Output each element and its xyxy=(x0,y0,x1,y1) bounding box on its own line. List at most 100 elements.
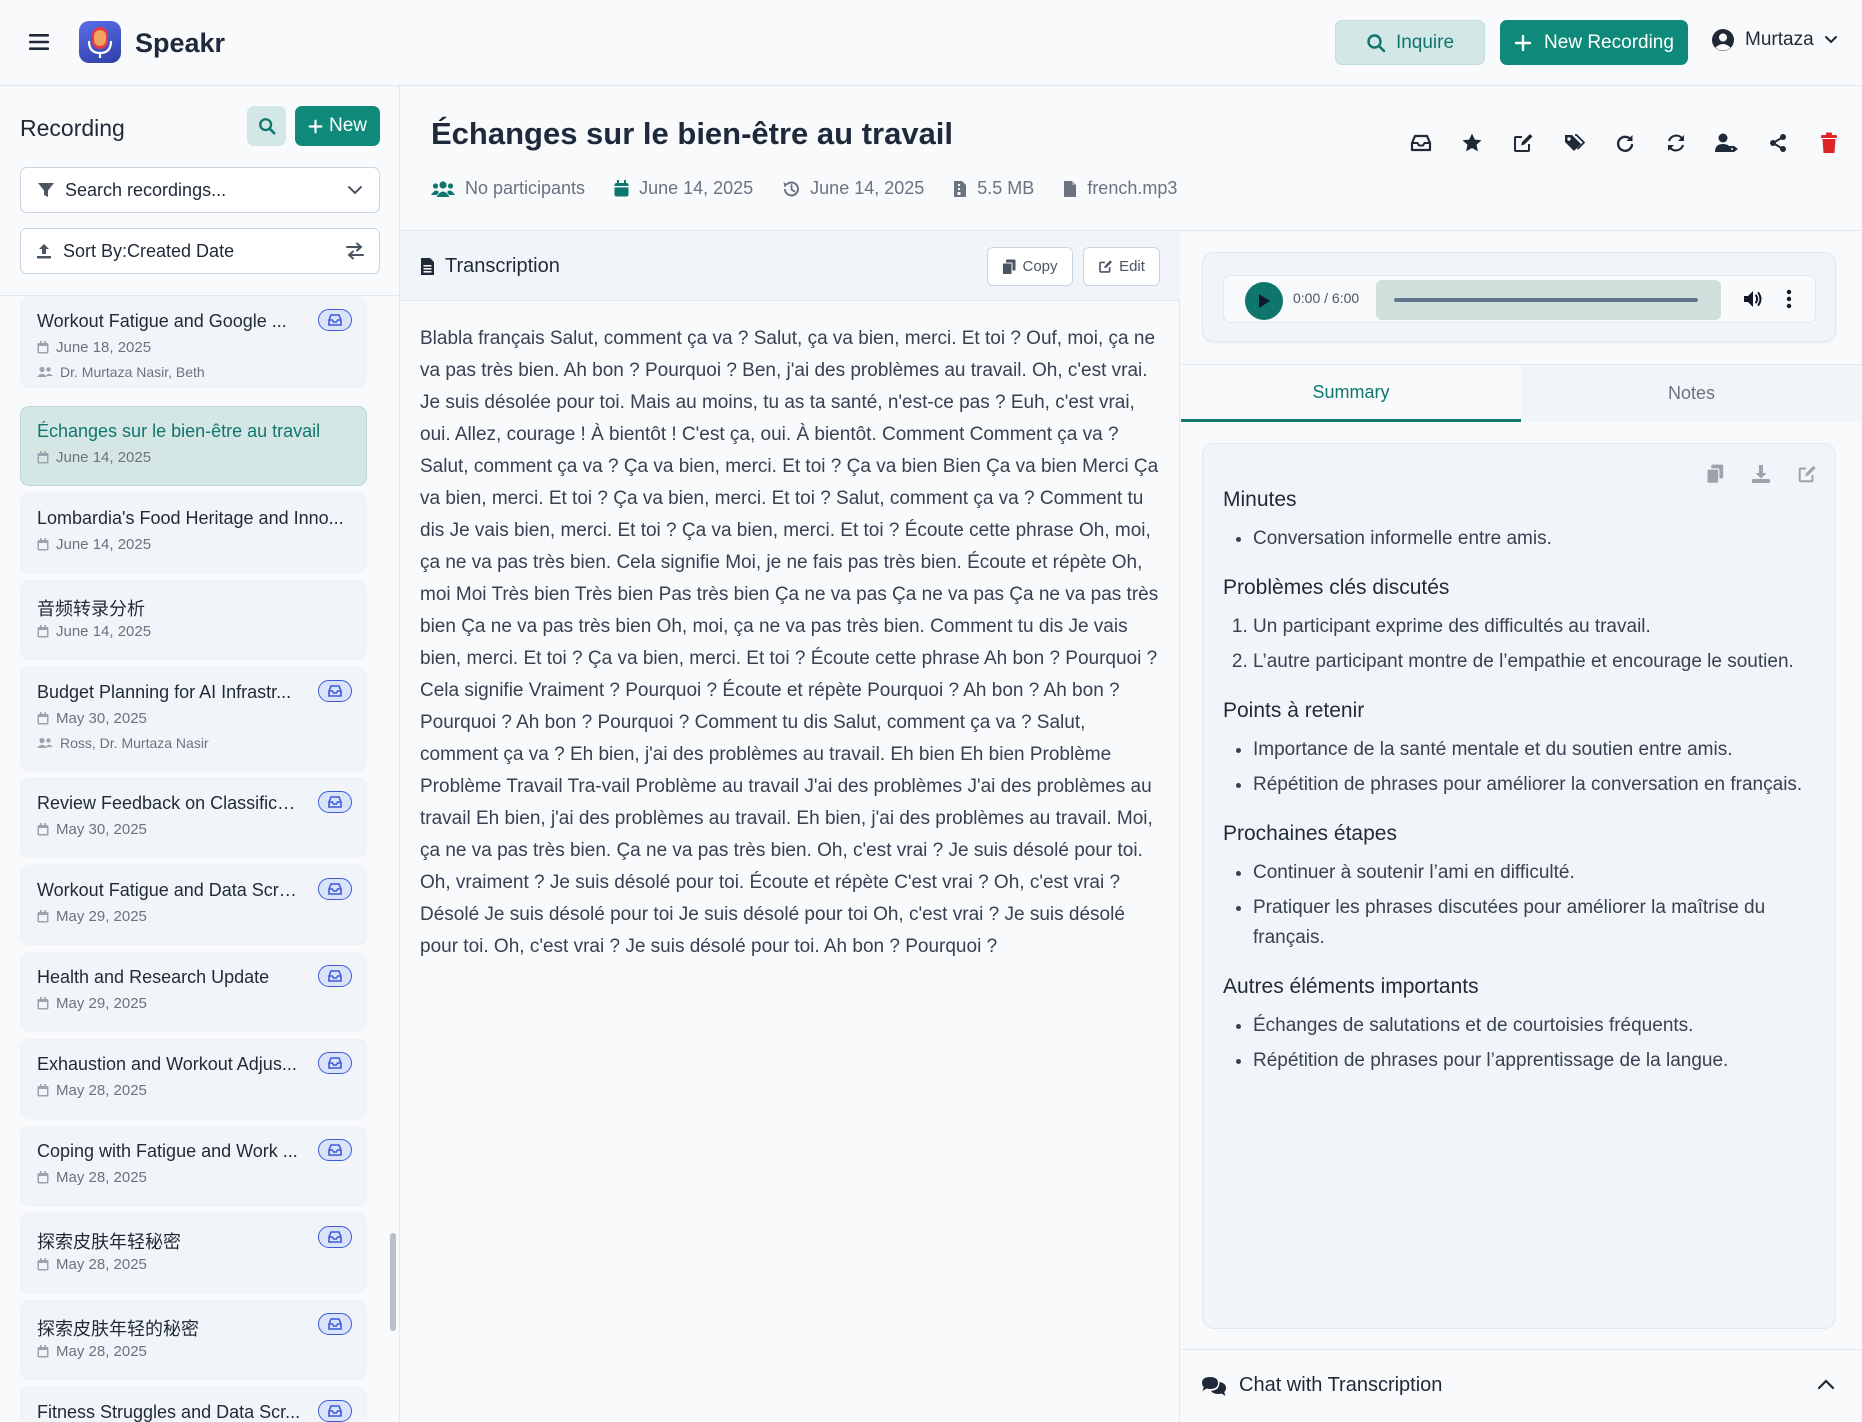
recording-item[interactable]: Workout Fatigue and Google ... June 18, … xyxy=(20,296,367,388)
chat-toggle[interactable]: Chat with Transcription xyxy=(1181,1349,1862,1422)
speakers-button[interactable] xyxy=(1701,128,1752,158)
top-bar: Speakr Inquire New Recording Murtaza xyxy=(0,0,1862,86)
recording-item[interactable]: Fitness Struggles and Data Scr... xyxy=(20,1387,367,1422)
recording-meta: No participants June 14, 2025 June 14, 2… xyxy=(431,178,1206,199)
chevron-up-icon xyxy=(1817,1378,1835,1390)
calendar-icon xyxy=(37,1171,49,1184)
calendar-icon xyxy=(37,823,49,836)
copy-summary-icon[interactable] xyxy=(1703,462,1727,486)
recording-item[interactable]: Workout Fatigue and Data Scra... May 29,… xyxy=(20,865,367,945)
recording-search-dropdown[interactable]: Search recordings... xyxy=(20,167,380,213)
volume-icon[interactable] xyxy=(1742,288,1764,310)
recording-item[interactable]: 探索皮肤年轻的秘密 May 28, 2025 xyxy=(20,1300,367,1380)
recording-title: Health and Research Update xyxy=(37,967,270,987)
inbox-badge-icon xyxy=(318,680,352,702)
recording-participants: Ross, Dr. Murtaza Nasir xyxy=(37,735,209,751)
recording-item[interactable]: Coping with Fatigue and Work ... May 28,… xyxy=(20,1126,367,1206)
recording-date: June 18, 2025 xyxy=(37,339,151,356)
recording-item[interactable]: 探索皮肤年轻秘密 May 28, 2025 xyxy=(20,1213,367,1293)
delete-button[interactable] xyxy=(1803,128,1854,158)
recording-participants: Dr. Murtaza Nasir, Beth xyxy=(37,364,205,380)
recording-list: Workout Fatigue and Google ... June 18, … xyxy=(0,296,390,1422)
edit-button[interactable] xyxy=(1497,128,1548,158)
sidebar-search-button[interactable] xyxy=(247,106,286,146)
summary-item: L’autre participant montre de l’empathie… xyxy=(1253,647,1803,677)
swap-icon[interactable] xyxy=(345,242,365,260)
tags-button[interactable] xyxy=(1548,128,1599,158)
inbox-button[interactable] xyxy=(1395,128,1446,158)
star-button[interactable] xyxy=(1446,128,1497,158)
more-options-icon[interactable] xyxy=(1785,288,1793,310)
plus-icon xyxy=(1514,34,1532,52)
summary-item: Pratiquer les phrases discutées pour amé… xyxy=(1253,893,1803,953)
copy-button[interactable]: Copy xyxy=(987,247,1073,286)
search-placeholder: Search recordings... xyxy=(65,179,227,200)
edit-summary-icon[interactable] xyxy=(1795,462,1819,486)
play-button[interactable] xyxy=(1245,282,1283,320)
recording-date: May 28, 2025 xyxy=(37,1082,147,1099)
recording-title: Coping with Fatigue and Work ... xyxy=(37,1141,298,1161)
summary-list: Un participant exprime des difficultés a… xyxy=(1223,612,1803,677)
calendar-icon xyxy=(37,997,49,1010)
sidebar-scrollbar[interactable] xyxy=(390,1233,396,1331)
summary-item: Un participant exprime des difficultés a… xyxy=(1253,612,1803,642)
player-time: 0:00 / 6:00 xyxy=(1293,290,1360,306)
meta-created-date: June 14, 2025 xyxy=(614,178,753,199)
inbox-badge-icon xyxy=(318,1313,352,1335)
users-icon xyxy=(431,180,455,198)
refresh-button[interactable] xyxy=(1650,128,1701,158)
tab-notes[interactable]: Notes xyxy=(1521,365,1862,422)
recording-item[interactable]: Lombardia's Food Heritage and Inno... Ju… xyxy=(20,493,367,573)
recording-title: Budget Planning for AI Infrastr... xyxy=(37,682,292,702)
copy-icon xyxy=(1002,259,1016,275)
transcription-title: Transcription xyxy=(420,255,560,278)
user-tag-icon xyxy=(1714,132,1740,154)
summary-item: Conversation informelle entre amis. xyxy=(1253,524,1803,554)
user-name: Murtaza xyxy=(1745,29,1814,50)
recording-title: Review Feedback on Classificat... xyxy=(37,793,302,813)
recording-item-active[interactable]: Échanges sur le bien-être au travail Jun… xyxy=(20,406,367,486)
edit-icon xyxy=(1512,132,1534,154)
tags-icon xyxy=(1563,132,1585,154)
sort-select[interactable]: Sort By:Created Date xyxy=(20,228,380,274)
sidebar-new-button[interactable]: New xyxy=(295,106,380,146)
inbox-badge-icon xyxy=(318,1139,352,1161)
inbox-badge-icon xyxy=(318,309,352,331)
meta-participants: No participants xyxy=(431,178,585,199)
recording-date: May 28, 2025 xyxy=(37,1343,147,1360)
recording-title: Lombardia's Food Heritage and Inno... xyxy=(37,508,344,528)
star-icon xyxy=(1461,132,1483,154)
recording-item[interactable]: Health and Research Update May 29, 2025 xyxy=(20,952,367,1032)
recording-item[interactable]: Review Feedback on Classificat... May 30… xyxy=(20,778,367,858)
summary-list: Échanges de salutations et de courtoisie… xyxy=(1223,1011,1803,1076)
edit-transcription-button[interactable]: Edit xyxy=(1083,247,1160,286)
summary-list: Importance de la santé mentale et du sou… xyxy=(1223,735,1803,800)
recording-item[interactable]: Budget Planning for AI Infrastr... May 3… xyxy=(20,667,367,771)
recording-item[interactable]: 音频转录分析 June 14, 2025 xyxy=(20,580,367,660)
tab-summary[interactable]: Summary xyxy=(1181,365,1521,422)
summary-card: Minutes Conversation informelle entre am… xyxy=(1202,443,1836,1329)
calendar-icon xyxy=(37,451,49,464)
new-recording-button[interactable]: New Recording xyxy=(1500,20,1688,65)
user-menu[interactable]: Murtaza xyxy=(1711,28,1838,52)
new-recording-label: New Recording xyxy=(1544,31,1674,53)
summary-item: Échanges de salutations et de courtoisie… xyxy=(1253,1011,1803,1041)
recording-date: May 28, 2025 xyxy=(37,1256,147,1273)
menu-icon[interactable] xyxy=(27,31,51,53)
inquire-button[interactable]: Inquire xyxy=(1335,20,1485,65)
recording-date: June 14, 2025 xyxy=(37,623,151,640)
recording-title: Workout Fatigue and Google ... xyxy=(37,311,287,331)
chat-label: Chat with Transcription xyxy=(1201,1374,1442,1397)
app-logo xyxy=(79,21,121,63)
reprocess-button[interactable] xyxy=(1599,128,1650,158)
inbox-badge-icon xyxy=(318,878,352,900)
chevron-down-icon xyxy=(347,185,363,195)
recording-date: June 14, 2025 xyxy=(37,536,151,553)
share-button[interactable] xyxy=(1752,128,1803,158)
seek-bar[interactable] xyxy=(1376,280,1721,320)
recording-actions xyxy=(1395,128,1854,158)
share-icon xyxy=(1768,133,1788,153)
download-icon[interactable] xyxy=(1749,462,1773,486)
trash-icon xyxy=(1820,132,1838,154)
recording-item[interactable]: Exhaustion and Workout Adjus... May 28, … xyxy=(20,1039,367,1119)
